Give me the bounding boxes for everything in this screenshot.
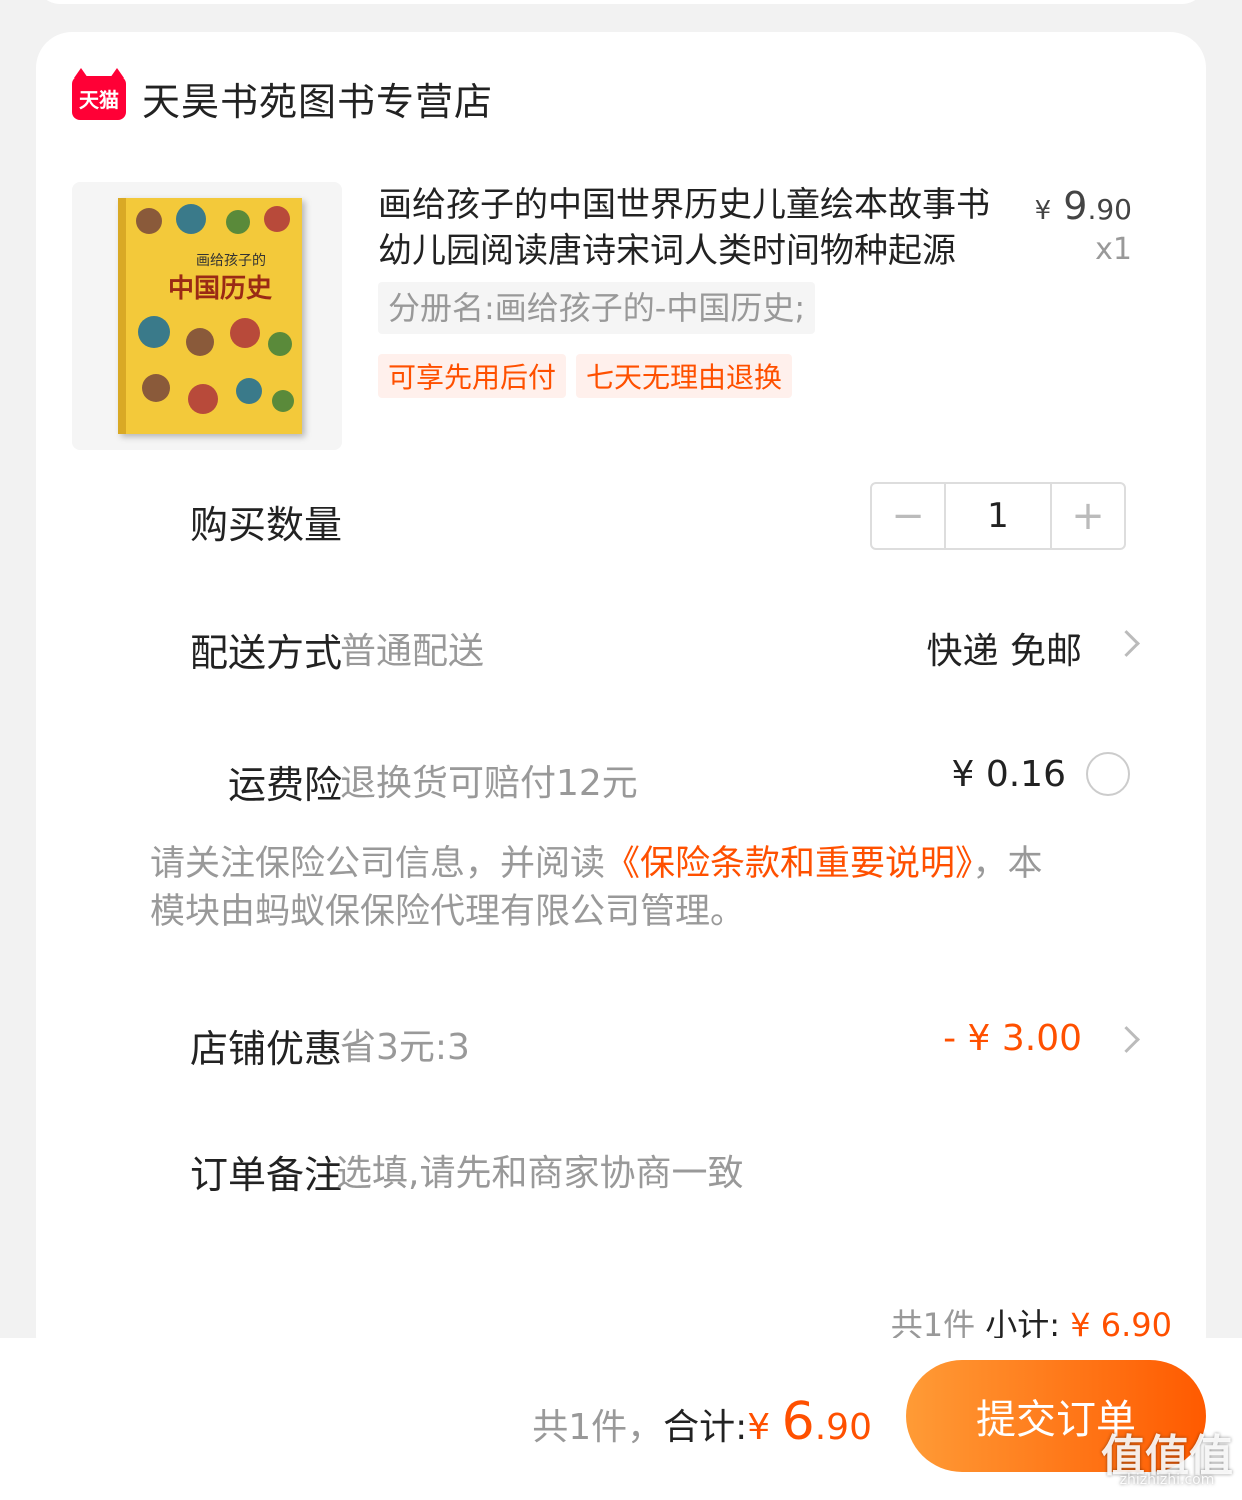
tag-seven-day-return: 七天无理由退换 (576, 354, 793, 398)
order-total: 共1件，合计:¥ 6.90 (532, 1392, 872, 1452)
chevron-right-icon (1113, 630, 1140, 657)
previous-card-edge (36, 0, 1206, 4)
watermark-site: zhizhizhi.com (1119, 1472, 1215, 1488)
product-image[interactable]: 画给孩子的 中国历史 (72, 182, 342, 450)
insurance-label: 运费险 (227, 763, 342, 807)
note-input[interactable]: 选填,请先和商家协商一致 (336, 1144, 743, 1196)
product-quantity: x1 (1095, 232, 1132, 267)
discount-value: - ¥ 3.00 (943, 1018, 1082, 1059)
note-row[interactable]: 订单备注 选填,请先和商家协商一致 (146, 1144, 1136, 1204)
shipping-value: 快递 免邮 (926, 631, 1082, 672)
note-label: 订单备注 (189, 1153, 342, 1197)
quantity-stepper[interactable]: − 1 + (870, 482, 1126, 550)
shipping-row[interactable]: 配送方式 普通配送 快递 免邮 (146, 622, 1140, 682)
shop-header[interactable]: 天猫 天昊书苑图书专营店 (72, 68, 493, 124)
decrease-button[interactable]: − (872, 484, 944, 548)
product-variant[interactable]: 分册名:画给孩子的-中国历史; (378, 282, 816, 334)
book-cover: 画给孩子的 中国历史 (118, 198, 302, 434)
insurance-note: 请关注保险公司信息，并阅读《保险条款和重要说明》，本模块由蚂蚁保保险代理有限公司… (150, 844, 1043, 932)
service-tags: 可享先用后付 七天无理由退换 (378, 354, 793, 398)
insurance-row: 运费险 退换货可赔付12元 ¥ 0.16 (146, 754, 1136, 814)
product-price: ¥ 9.90 (1034, 184, 1132, 228)
insurance-radio[interactable] (1086, 752, 1130, 796)
insurance-terms-link[interactable]: 《保险条款和重要说明》 (605, 844, 973, 884)
book-cover-title: 中国历史 (168, 274, 273, 304)
quantity-label: 购买数量 (189, 503, 342, 547)
shop-name: 天昊书苑图书专营店 (142, 79, 494, 124)
increase-button[interactable]: + (1052, 484, 1124, 548)
insurance-desc: 退换货可赔付12元 (340, 763, 638, 804)
product-title[interactable]: 画给孩子的中国世界历史儿童绘本故事书幼儿园阅读唐诗宋词人类时间物种起源 (378, 182, 1018, 274)
discount-desc: 省3元:3 (340, 1027, 470, 1068)
chevron-right-icon (1113, 1026, 1140, 1053)
shipping-label: 配送方式 (189, 631, 342, 675)
shipping-desc: 普通配送 (340, 631, 485, 672)
discount-label: 店铺优惠 (189, 1027, 342, 1071)
quantity-value[interactable]: 1 (944, 484, 1052, 548)
insurance-price: ¥ 0.16 (951, 754, 1066, 795)
tag-pay-later: 可享先用后付 (378, 354, 567, 398)
tmall-logo-icon: 天猫 (72, 68, 126, 120)
book-cover-subtitle: 画给孩子的 (196, 253, 266, 269)
discount-row[interactable]: 店铺优惠 省3元:3 - ¥ 3.00 (146, 1018, 1140, 1078)
